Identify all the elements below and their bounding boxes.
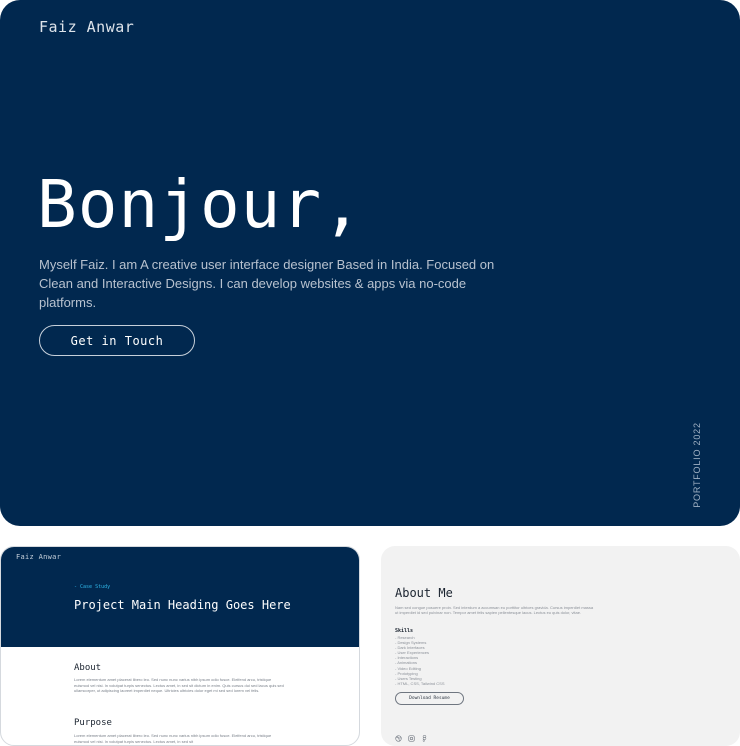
section-title-about: About [74, 663, 102, 673]
about-description: Nam sed congue posuere proin. Sed interd… [395, 605, 594, 615]
skills-list: - Research - Design Systems - Dark Inter… [395, 635, 445, 686]
case-study-header: Faiz Anwar - Case Study Project Main Hea… [1, 547, 359, 647]
skills-title: Skills [395, 628, 414, 634]
figma-icon[interactable] [421, 735, 428, 742]
hero-greeting: Bonjour, [37, 166, 363, 243]
hero-section: Faiz Anwar Bonjour, Myself Faiz. I am A … [0, 0, 740, 526]
download-resume-button[interactable]: Download Resume [395, 692, 464, 705]
brand-logo[interactable]: Faiz Anwar [39, 18, 134, 36]
case-study-card[interactable]: Faiz Anwar - Case Study Project Main Hea… [0, 546, 360, 746]
skill-item: - HTML, CSS, Tailwind CSS [395, 680, 445, 686]
case-study-brand: Faiz Anwar [16, 553, 62, 561]
case-study-heading: Project Main Heading Goes Here [74, 598, 291, 612]
section-title-purpose: Purpose [74, 718, 112, 728]
case-study-kicker: - Case Study [74, 584, 111, 590]
about-title: About Me [395, 586, 453, 600]
hero-intro: Myself Faiz. I am A creative user interf… [39, 257, 495, 310]
social-links [395, 735, 428, 742]
instagram-icon[interactable] [408, 735, 415, 742]
section-body-about: Lorem elementum amet placerat libero leo… [74, 677, 284, 693]
about-me-card[interactable]: About Me Nam sed congue posuere proin. S… [381, 546, 740, 746]
portfolio-year-label: PORTFOLIO 2022 [692, 422, 702, 508]
get-in-touch-button[interactable]: Get in Touch [39, 325, 195, 356]
dribbble-icon[interactable] [395, 735, 402, 742]
section-body-purpose: Lorem elementum amet placerat libero leo… [74, 733, 272, 744]
